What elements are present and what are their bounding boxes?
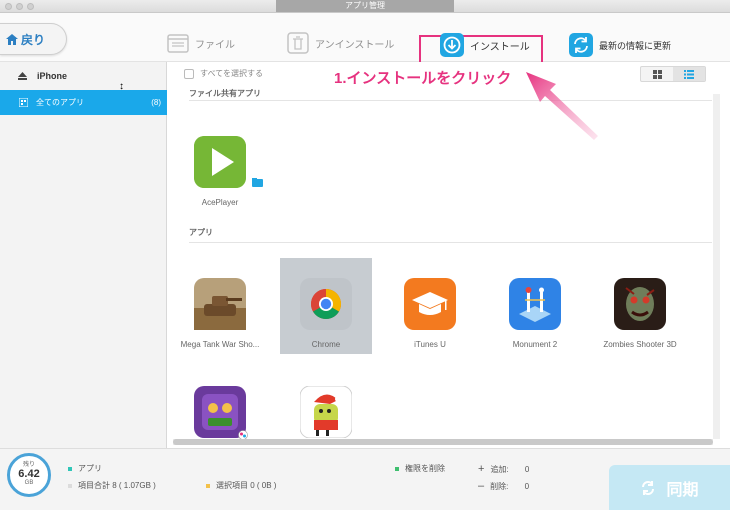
home-icon	[6, 33, 18, 45]
grid-view-button[interactable]	[641, 67, 673, 81]
select-all-row[interactable]: すべてを選択する	[184, 68, 263, 79]
app-tile-aceplayer[interactable]: AcePlayer	[174, 136, 266, 207]
files-label: ファイル	[195, 39, 235, 51]
horizontal-scrollbar-thumb[interactable]	[173, 439, 713, 445]
file-sharing-section-title: ファイル共有アプリ	[189, 89, 261, 98]
title-bar: アプリ管理	[0, 0, 730, 13]
zoom-window-button[interactable]	[27, 3, 34, 10]
select-all-checkbox[interactable]	[184, 68, 194, 79]
selected-items-label: 選択項目 0 ( 0B )	[216, 481, 277, 490]
temple-run-icon	[194, 386, 248, 440]
minus-icon: –	[478, 480, 485, 492]
storage-gauge: 残り 6.42 GB	[7, 453, 51, 497]
grid-icon	[652, 69, 662, 79]
delete-count-row: – 削除: 0	[478, 480, 529, 492]
aceplayer-icon	[194, 136, 263, 188]
folder-icon	[167, 34, 189, 53]
uninstall-button[interactable]: アンインストール	[287, 25, 394, 61]
delete-permission-label: 権限を削除	[405, 464, 445, 473]
status-bar: 残り 6.42 GB アプリ 項目合計 8 ( 1.07GB ) 選択項目 0 …	[0, 448, 730, 510]
select-all-label: すべてを選択する	[200, 69, 263, 78]
sync-label: 同期	[666, 482, 699, 499]
close-window-button[interactable]	[5, 3, 12, 10]
delete-count: 0	[524, 482, 530, 491]
sidebar: iPhone ↕ 全てのアプリ (8)	[0, 62, 167, 448]
device-name: iPhone	[37, 71, 68, 81]
sync-icon	[642, 481, 655, 495]
app-name: Zombies Shooter 3D	[603, 340, 677, 349]
list-icon	[684, 69, 694, 79]
app-name: AcePlayer	[201, 198, 239, 207]
app-name: Mega Tank War Sho...	[180, 340, 260, 349]
uninstall-label: アンインストール	[315, 39, 395, 51]
plus-icon: +	[478, 463, 485, 475]
view-toggle	[640, 66, 706, 82]
app-tile-chrome[interactable]: Chrome	[280, 258, 372, 354]
eject-icon	[18, 72, 27, 80]
legend-total: 項目合計 8 ( 1.07GB )	[68, 480, 156, 491]
back-label: 戻り	[21, 32, 46, 47]
minimize-window-button[interactable]	[16, 3, 23, 10]
monument-icon	[509, 278, 561, 330]
legend-delete-permission: 権限を削除	[395, 463, 445, 474]
app-name: iTunes U	[414, 340, 446, 349]
app-tile-itunes-u[interactable]: iTunes U	[384, 278, 476, 349]
back-button[interactable]: 戻り	[0, 23, 67, 55]
add-count-row: + 追加: 0	[478, 463, 529, 475]
window-title: アプリ管理	[276, 0, 454, 12]
delete-label: 削除:	[490, 482, 509, 491]
trash-icon	[287, 32, 309, 54]
total-items-label: 項目合計 8 ( 1.07GB )	[78, 481, 156, 490]
doodle-jump-icon	[299, 385, 353, 439]
all-apps-count: (8)	[151, 98, 161, 107]
chrome-icon	[300, 278, 352, 330]
sync-button[interactable]: 同期	[609, 465, 730, 510]
apps-section-title: アプリ	[189, 228, 213, 237]
app-tile-zombies-shooter[interactable]: Zombies Shooter 3D	[594, 278, 686, 349]
storage-remaining-value: 6.42	[18, 468, 40, 480]
files-button[interactable]: ファイル	[167, 25, 235, 61]
horizontal-scrollbar[interactable]	[173, 439, 713, 445]
sidebar-device-row[interactable]: iPhone	[0, 67, 167, 85]
app-name: Monument 2	[512, 340, 558, 349]
all-apps-label: 全てのアプリ	[36, 98, 84, 107]
annotation-text: 1.インストールをクリック	[334, 70, 512, 87]
storage-remaining-unit: GB	[24, 480, 34, 486]
app-tile-monument-2[interactable]: Monument 2	[489, 278, 581, 349]
vertical-scrollbar[interactable]	[713, 94, 720, 439]
main-content: すべてを選択する ファイル共有アプリ AcePlayer アプリ Mega Ta…	[168, 62, 730, 448]
toolbar: 戻り ファイル アンインストール インストール 最新の情報に更新	[0, 13, 730, 74]
app-tile-mega-tank[interactable]: Mega Tank War Sho...	[174, 278, 266, 349]
list-view-button[interactable]	[673, 67, 705, 81]
shared-folder-icon	[252, 178, 263, 187]
app-name: Chrome	[311, 340, 341, 349]
section-divider	[189, 242, 712, 243]
itunes-u-icon	[404, 278, 456, 330]
download-icon	[440, 33, 464, 57]
add-label: 追加:	[490, 465, 509, 474]
legend-selected: 選択項目 0 ( 0B )	[206, 480, 276, 491]
add-count: 0	[524, 465, 530, 474]
section-divider	[189, 100, 712, 101]
legend-apps: アプリ	[68, 463, 102, 474]
storage-remaining-label: 残り	[22, 462, 35, 468]
sidebar-item-all-apps[interactable]: 全てのアプリ (8)	[0, 90, 167, 115]
annotation-arrow-icon	[526, 72, 598, 140]
legend-apps-label: アプリ	[78, 464, 102, 473]
apps-grid-icon	[19, 98, 28, 107]
zombie-icon	[614, 278, 666, 330]
tank-icon	[194, 278, 246, 330]
